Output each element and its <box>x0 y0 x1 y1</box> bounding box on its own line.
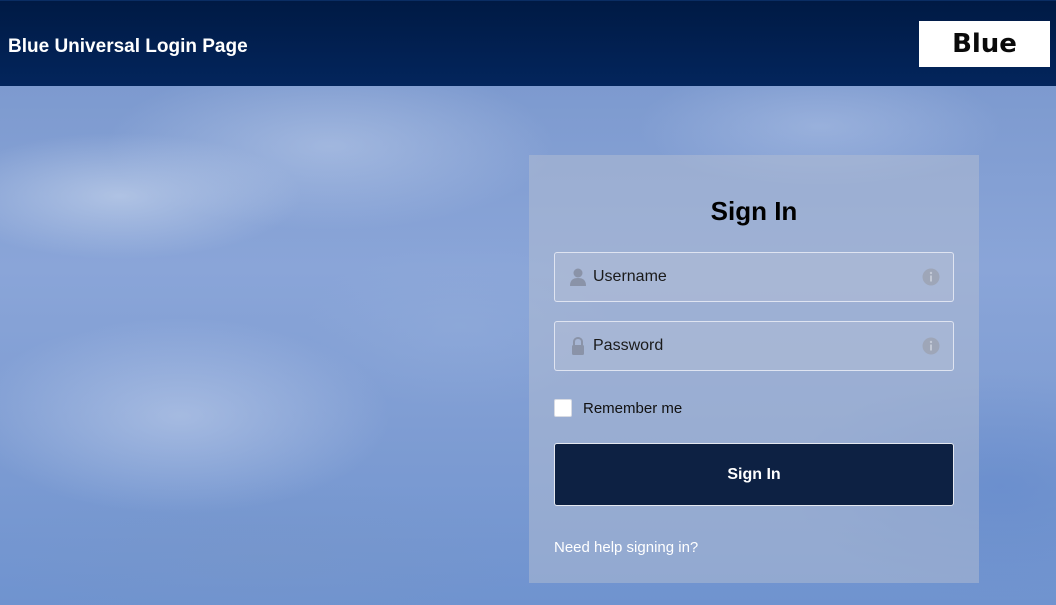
info-icon[interactable] <box>922 268 940 286</box>
login-page: Blue Universal Login Page Blue Sign In U… <box>0 0 1056 605</box>
lock-icon <box>572 336 584 355</box>
remember-me-label: Remember me <box>583 399 683 417</box>
brand-logo-text: Blue <box>952 29 1017 59</box>
brand-logo: Blue <box>919 21 1050 67</box>
remember-me-option[interactable]: Remember me <box>554 397 682 419</box>
signin-heading: Sign In <box>710 196 798 226</box>
username-field[interactable] <box>554 252 954 302</box>
info-icon[interactable] <box>922 337 940 355</box>
password-input[interactable] <box>593 322 913 370</box>
page-title: Blue Universal Login Page <box>8 36 248 57</box>
user-icon <box>570 268 586 286</box>
remember-me-checkbox[interactable] <box>554 399 572 417</box>
help-signing-in-link[interactable]: Need help signing in? <box>554 539 698 556</box>
header-bar: Blue Universal Login Page Blue <box>0 0 1056 86</box>
sign-in-button[interactable]: Sign In <box>554 443 954 506</box>
username-input[interactable] <box>593 253 913 301</box>
password-field[interactable] <box>554 321 954 371</box>
